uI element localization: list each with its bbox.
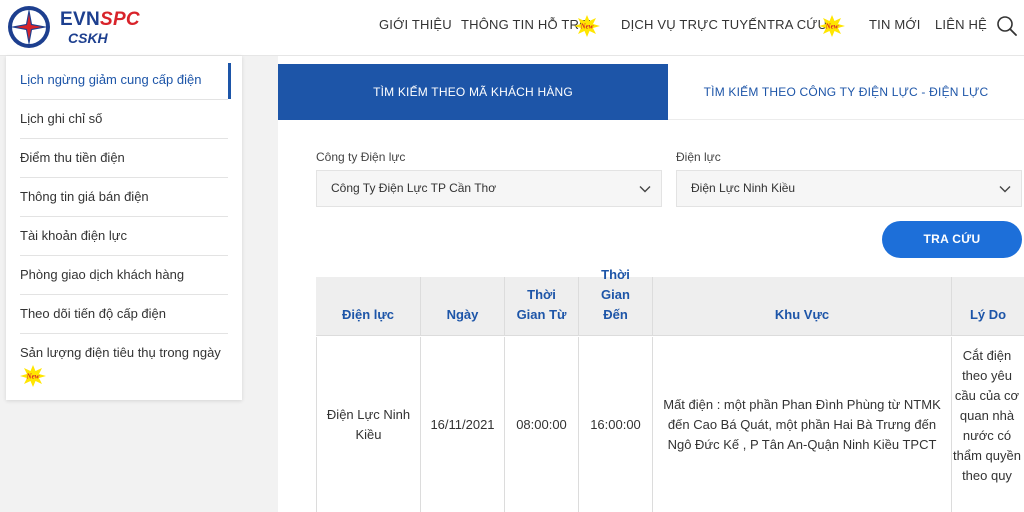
divider (20, 177, 228, 178)
cell-ly-do: Cắt điện theo yêu cầu của cơ quan nhà nư… (953, 348, 1021, 483)
nav-lien-he[interactable]: LIÊN HỆ (935, 17, 987, 33)
svg-text:New: New (580, 23, 594, 31)
evnspc-logo[interactable]: EVNSPC CSKH (6, 4, 156, 50)
nav-tin-moi[interactable]: TIN MỚI (869, 17, 921, 33)
nav-thong-tin-ho-tro[interactable]: THÔNG TIN HỖ TRỢ (461, 17, 590, 33)
chevron-down-icon (999, 186, 1011, 193)
header-khu-vuc: Khu Vực (653, 277, 952, 336)
sidebar-item-tai-khoan[interactable]: Tài khoản điện lực (20, 227, 228, 245)
divider (20, 333, 228, 334)
sidebar-item-phong-giao-dich[interactable]: Phòng giao dịch khách hàng (20, 266, 228, 284)
company-select[interactable]: Công Ty Điện Lực TP Cần Thơ (316, 170, 662, 207)
chevron-down-icon (639, 186, 651, 193)
sidebar-item-gia-ban-dien[interactable]: Thông tin giá bán điện (20, 188, 228, 206)
new-badge-icon: New (819, 15, 845, 37)
nav-dich-vu-truc-tuyen[interactable]: DỊCH VỤ TRỰC TUYẾN (621, 17, 767, 33)
cell-dien-luc: Điện Lực Ninh Kiều (316, 337, 421, 512)
divider (20, 138, 228, 139)
sidebar-item-lich-ngung-giam[interactable]: Lịch ngừng giảm cung cấp điện (20, 71, 228, 89)
company-label: Công ty Điện lực (316, 150, 406, 164)
brand-name: EVNSPC (60, 9, 140, 30)
divider (20, 294, 228, 295)
new-badge-icon: New (574, 15, 600, 37)
active-indicator (228, 63, 231, 99)
site-header: EVNSPC CSKH GIỚI THIỆU THÔNG TIN HỖ TRỢ … (0, 0, 1024, 56)
company-select-value: Công Ty Điện Lực TP Cần Thơ (331, 181, 497, 195)
tab-search-by-customer-code[interactable]: TÌM KIẾM THEO MÃ KHÁCH HÀNG (278, 64, 668, 120)
new-badge-icon: New (20, 365, 46, 387)
tab-search-by-company[interactable]: TÌM KIẾM THEO CÔNG TY ĐIỆN LỰC - ĐIỆN LỰ… (668, 64, 1024, 120)
main-panel: TÌM KIẾM THEO MÃ KHÁCH HÀNG TÌM KIẾM THE… (278, 56, 1024, 512)
nav-gioi-thieu[interactable]: GIỚI THIỆU (379, 17, 452, 33)
search-icon[interactable] (996, 15, 1018, 37)
search-button[interactable]: TRA CỨU (882, 221, 1022, 258)
sidebar-item-san-luong[interactable]: Sản lượng điện tiêu thụ trong ngày (20, 344, 228, 362)
cell-thoi-gian-tu: 08:00:00 (505, 337, 579, 512)
header-dien-luc: Điện lực (316, 277, 421, 336)
cell-thoi-gian-den: 16:00:00 (579, 337, 653, 512)
header-thoi-gian-den: Thời Gian Đến (579, 267, 653, 336)
divider (20, 255, 228, 256)
svg-text:New: New (26, 373, 40, 381)
sidebar-item-diem-thu-tien[interactable]: Điểm thu tiền điện (20, 149, 228, 167)
brand-subtitle: CSKH (68, 30, 108, 46)
evn-star-icon (8, 6, 50, 48)
header-thoi-gian-tu: Thời Gian Từ (505, 277, 579, 336)
sidebar: Lịch ngừng giảm cung cấp điện Lịch ghi c… (6, 56, 242, 400)
branch-select-value: Điện Lực Ninh Kiều (691, 181, 796, 195)
divider (20, 216, 228, 217)
branch-label: Điện lực (676, 150, 721, 164)
header-ngay: Ngày (421, 277, 505, 336)
svg-text:New: New (825, 23, 839, 31)
header-ly-do: Lý Do (952, 277, 1024, 336)
sidebar-item-lich-ghi-chi-so[interactable]: Lịch ghi chỉ số (20, 110, 228, 128)
cell-ngay: 16/11/2021 (421, 337, 505, 512)
cell-khu-vuc: Mất điện : một phần Phan Đình Phùng từ N… (653, 337, 952, 512)
sidebar-item-tien-do-cap-dien[interactable]: Theo dõi tiến độ cấp điện (20, 305, 228, 323)
divider (20, 99, 228, 100)
branch-select[interactable]: Điện Lực Ninh Kiều (676, 170, 1022, 207)
